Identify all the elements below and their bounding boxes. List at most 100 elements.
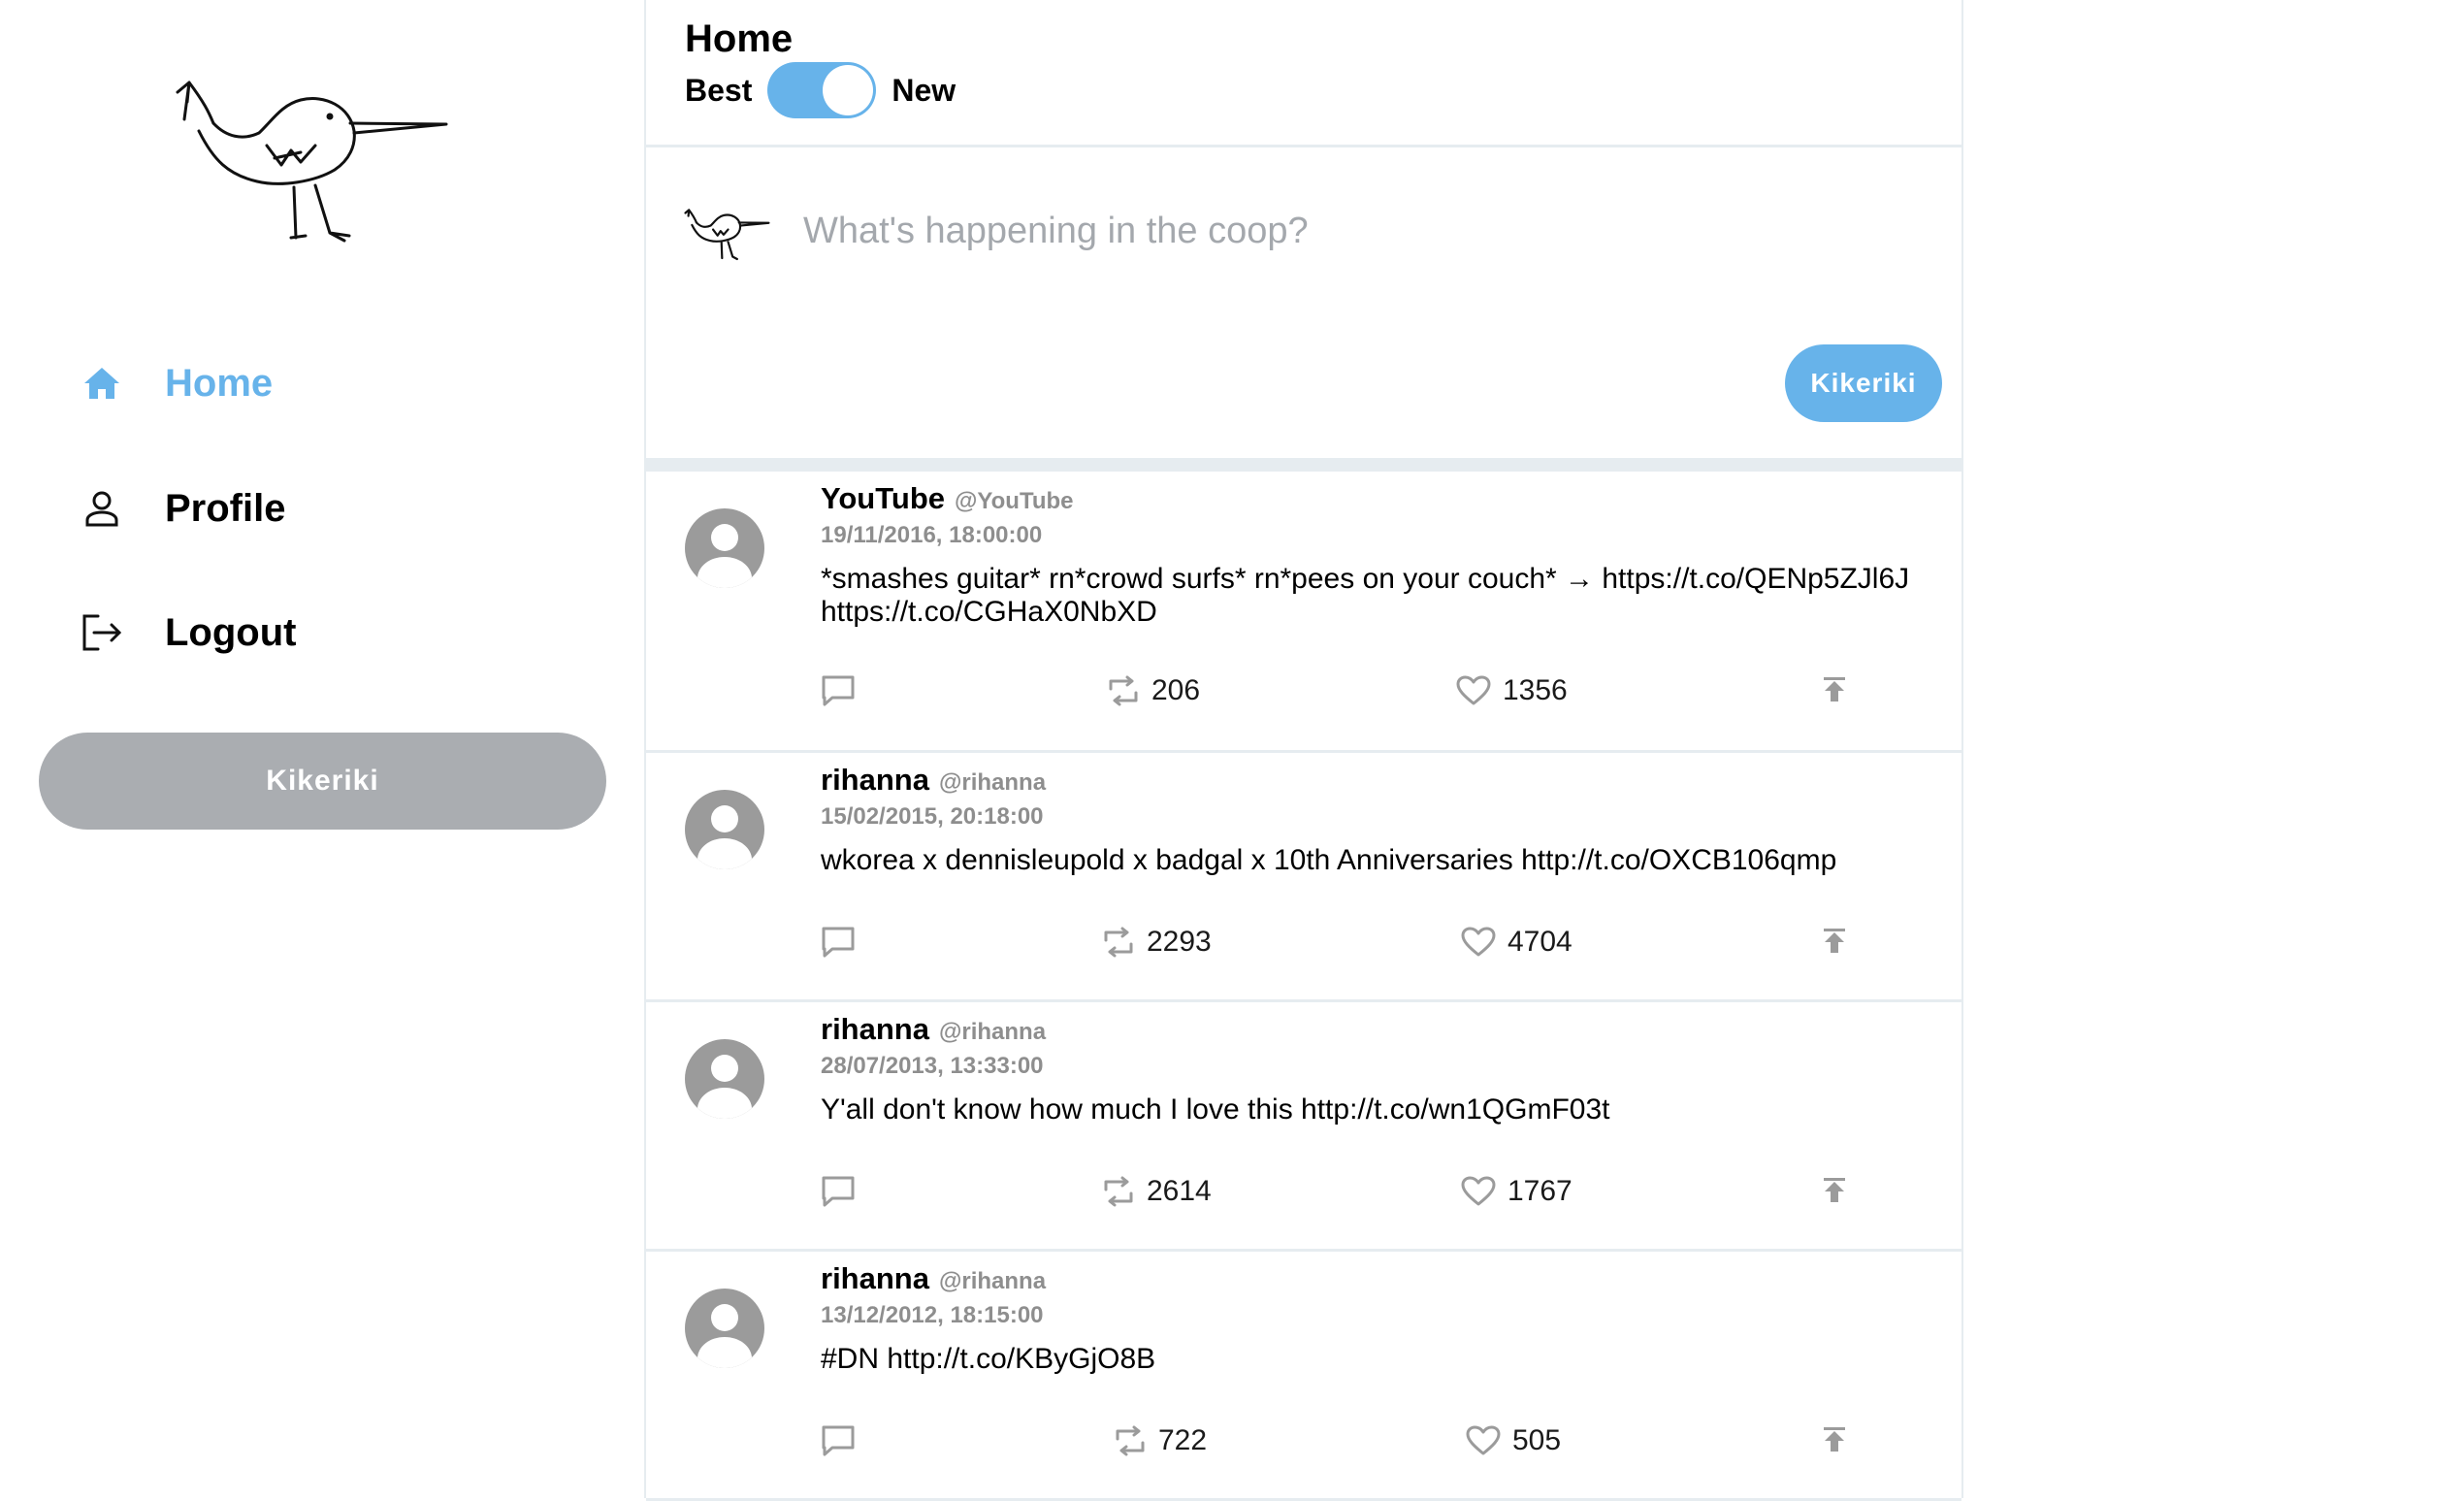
retweet-count: 2614	[1147, 1175, 1212, 1207]
reply-button[interactable]	[821, 674, 856, 707]
kikeriki-sidebar-button[interactable]: Kikeriki	[39, 733, 606, 830]
retweet-icon	[1116, 1425, 1145, 1456]
retweet-button[interactable]: 2293	[1102, 926, 1212, 959]
bird-avatar-icon	[684, 209, 770, 261]
sidebar-item-logout[interactable]: Logout	[78, 604, 297, 662]
tweet-text: Y'all don't know how much I love this ht…	[821, 1093, 1610, 1126]
sidebar-item-home[interactable]: Home	[78, 354, 273, 412]
arrow-up-to-top-icon	[1824, 929, 1845, 953]
like-count: 1356	[1503, 674, 1568, 706]
bird-logo	[176, 81, 448, 243]
scroll-top-button[interactable]	[1820, 674, 1849, 703]
retweet-button[interactable]: 206	[1107, 674, 1200, 707]
arrow-up-to-top-icon	[1824, 1178, 1845, 1202]
tweet-header: rihanna @rihanna	[821, 1261, 1923, 1296]
retweet-count: 2293	[1147, 926, 1212, 958]
like-button[interactable]: 4704	[1461, 926, 1572, 959]
logout-icon	[78, 608, 126, 657]
retweet-button[interactable]: 722	[1114, 1424, 1207, 1457]
default-avatar-icon	[685, 508, 764, 588]
tweet-timestamp: 19/11/2016, 18:00:00	[821, 522, 1043, 548]
tweet-card: rihanna @rihanna 13/12/2012, 18:15:00 #D…	[646, 1252, 1961, 1501]
sidebar: Home Profile Logout Kikeriki	[0, 0, 642, 1498]
like-button[interactable]: 1767	[1461, 1175, 1572, 1208]
page-title: Home	[685, 17, 794, 60]
arrow-up-to-top-icon	[1824, 677, 1845, 702]
retweet-count: 206	[1151, 674, 1201, 706]
tweet-header: YouTube @YouTube	[821, 481, 1923, 516]
tweet-input[interactable]	[801, 201, 1872, 261]
sidebar-item-label: Home	[165, 361, 274, 405]
heart-icon	[1456, 675, 1491, 705]
tweet-header: rihanna @rihanna	[821, 1012, 1923, 1047]
kikeriki-post-button[interactable]: Kikeriki	[1785, 344, 1942, 422]
tweet-actions: 2293 4704	[821, 926, 1845, 974]
tweet-header: rihanna @rihanna	[821, 763, 1923, 798]
sort-toggle-row: Best New	[685, 62, 956, 118]
toggle-knob	[823, 65, 874, 115]
tweet-card: rihanna @rihanna 28/07/2013, 13:33:00 Y'…	[646, 1002, 1961, 1252]
author-handle[interactable]: @rihanna	[939, 1268, 1046, 1295]
reply-button[interactable]	[821, 1424, 856, 1457]
tweet-timestamp: 13/12/2012, 18:15:00	[821, 1302, 1044, 1328]
tweet-timestamp: 15/02/2015, 20:18:00	[821, 803, 1044, 830]
tweet-body: rihanna @rihanna 15/02/2015, 20:18:00 wk…	[821, 763, 1923, 877]
heart-icon	[1461, 927, 1496, 957]
like-count: 4704	[1508, 926, 1572, 958]
retweet-button[interactable]: 2614	[1102, 1175, 1212, 1208]
comment-icon	[822, 1176, 855, 1207]
tweet-actions: 206 1356	[821, 674, 1845, 723]
toggle-label-new: New	[892, 72, 956, 108]
tweet-body: rihanna @rihanna 28/07/2013, 13:33:00 Y'…	[821, 1012, 1923, 1126]
tweet-feed: YouTube @YouTube 19/11/2016, 18:00:00 *s…	[646, 472, 1961, 1501]
toggle-label-best: Best	[685, 72, 753, 108]
tweet-text: wkorea x dennisleupold x badgal x 10th A…	[821, 844, 1837, 876]
default-avatar-icon	[685, 1289, 764, 1368]
tweet-actions: 722 505	[821, 1424, 1845, 1473]
author-handle[interactable]: @rihanna	[939, 769, 1046, 797]
home-icon	[78, 359, 126, 408]
sidebar-item-label: Logout	[165, 610, 297, 654]
reply-button[interactable]	[821, 926, 856, 959]
heart-icon	[1461, 1176, 1496, 1206]
tweet-text: *smashes guitar* rn*crowd surfs* rn*pees…	[821, 563, 1910, 628]
scroll-top-button[interactable]	[1820, 926, 1849, 955]
heart-icon	[1466, 1425, 1501, 1455]
sidebar-item-profile[interactable]: Profile	[78, 479, 285, 538]
person-icon	[78, 484, 126, 533]
author-handle[interactable]: @rihanna	[939, 1019, 1046, 1046]
sort-toggle-switch[interactable]	[767, 62, 877, 118]
tweet-body: rihanna @rihanna 13/12/2012, 18:15:00 #D…	[821, 1261, 1923, 1376]
author-name[interactable]: rihanna	[821, 763, 929, 798]
author-handle[interactable]: @YouTube	[955, 488, 1074, 515]
tweet-text: #DN http://t.co/KByGjO8B	[821, 1343, 1156, 1375]
page-header: Home Best New	[646, 0, 1961, 147]
author-name[interactable]: rihanna	[821, 1261, 929, 1296]
retweet-icon	[1109, 675, 1138, 706]
main-feed-column: Home Best New Kikeriki Y	[644, 0, 1963, 1501]
retweet-icon	[1104, 1176, 1133, 1207]
author-name[interactable]: rihanna	[821, 1012, 929, 1047]
retweet-icon	[1104, 927, 1133, 958]
reply-button[interactable]	[821, 1175, 856, 1208]
like-count: 505	[1512, 1424, 1562, 1456]
tweet-timestamp: 28/07/2013, 13:33:00	[821, 1053, 1044, 1079]
comment-icon	[822, 675, 855, 706]
tweet-actions: 2614 1767	[821, 1175, 1845, 1224]
default-avatar-icon	[685, 790, 764, 869]
retweet-count: 722	[1158, 1424, 1208, 1456]
default-avatar-icon	[685, 1039, 764, 1119]
tweet-body: YouTube @YouTube 19/11/2016, 18:00:00 *s…	[821, 481, 1923, 629]
scroll-top-button[interactable]	[1820, 1175, 1849, 1204]
sidebar-item-label: Profile	[165, 486, 286, 530]
like-count: 1767	[1508, 1175, 1572, 1207]
like-button[interactable]: 505	[1466, 1424, 1561, 1457]
comment-icon	[822, 927, 855, 958]
comment-icon	[822, 1425, 855, 1456]
author-name[interactable]: YouTube	[821, 481, 945, 516]
like-button[interactable]: 1356	[1456, 674, 1568, 707]
tweet-card: YouTube @YouTube 19/11/2016, 18:00:00 *s…	[646, 472, 1961, 753]
arrow-up-to-top-icon	[1824, 1427, 1845, 1452]
scroll-top-button[interactable]	[1820, 1424, 1849, 1453]
tweet-composer: Kikeriki	[646, 147, 1961, 472]
